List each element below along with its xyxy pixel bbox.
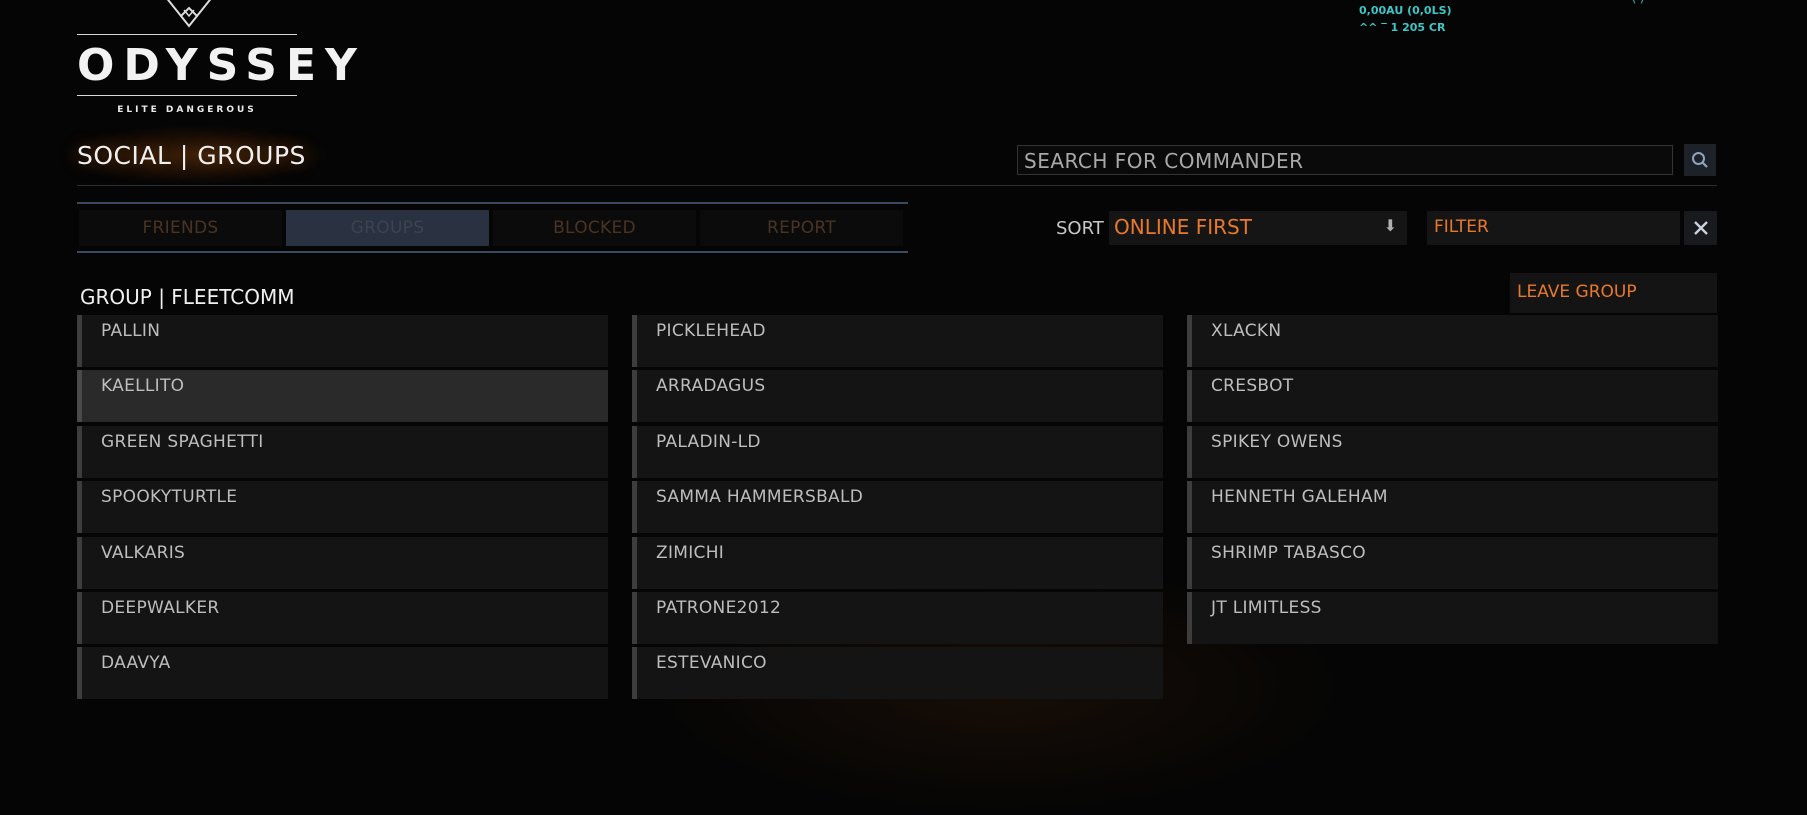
sort-arrow-icon: ⬇: [1383, 216, 1397, 235]
social-tabs: FRIENDS GROUPS BLOCKED REPORT: [77, 202, 908, 253]
member-row[interactable]: DEEPWALKER: [77, 591, 608, 644]
member-name: ESTEVANICO: [656, 653, 767, 674]
member-row[interactable]: PATRONE2012: [632, 591, 1163, 644]
member-row[interactable]: PICKLEHEAD: [632, 315, 1163, 367]
member-row[interactable]: SPIKEY OWENS: [1187, 425, 1718, 478]
member-name: SPIKEY OWENS: [1211, 431, 1343, 452]
member-row[interactable]: JT LIMITLESS: [1187, 591, 1718, 644]
member-column-1: PALLIN KAELLITO GREEN SPAGHETTI SPOOKYTU…: [77, 315, 608, 703]
member-column-3: XLACKN CRESBOT SPIKEY OWENS HENNETH GALE…: [1187, 315, 1718, 647]
member-row[interactable]: VALKARIS: [77, 536, 608, 589]
logo-top-rule: [77, 34, 297, 35]
sort-value: ONLINE FIRST: [1114, 215, 1252, 239]
member-row[interactable]: DAAVYA: [77, 647, 608, 700]
member-name: ARRADAGUS: [656, 376, 766, 397]
member-row[interactable]: XLACKN: [1187, 315, 1718, 367]
member-row[interactable]: SHRIMP TABASCO: [1187, 536, 1718, 589]
member-name: SHRIMP TABASCO: [1211, 542, 1366, 563]
member-name: PICKLEHEAD: [656, 321, 766, 341]
member-row[interactable]: HENNETH GALEHAM: [1187, 481, 1718, 534]
member-row[interactable]: ZIMICHI: [632, 536, 1163, 589]
member-name: VALKARIS: [101, 542, 186, 563]
sort-dropdown[interactable]: ONLINE FIRST ⬇: [1109, 211, 1407, 245]
member-name: ZIMICHI: [656, 542, 725, 563]
member-row[interactable]: KAELLITO: [77, 370, 608, 423]
member-name: DEEPWALKER: [101, 597, 220, 618]
leave-group-button[interactable]: LEAVE GROUP: [1510, 273, 1717, 313]
member-row[interactable]: ARRADAGUS: [632, 370, 1163, 423]
filter-clear-button[interactable]: [1684, 211, 1717, 245]
hud-readout: 0,00AU (0,0LS) ^^ ‾ 1 205 CR: [1359, 2, 1452, 36]
member-row[interactable]: GREEN SPAGHETTI: [77, 425, 608, 478]
member-name: JT LIMITLESS: [1211, 597, 1322, 618]
logo-bottom-rule: [77, 95, 297, 96]
tab-report[interactable]: REPORT: [700, 209, 903, 246]
emblem-icon: [166, 0, 212, 28]
search-icon: [1692, 152, 1708, 168]
search-input[interactable]: SEARCH FOR COMMANDER: [1017, 145, 1673, 175]
member-name: GREEN SPAGHETTI: [101, 431, 264, 452]
close-icon: [1693, 221, 1708, 235]
hud-credits: ^^ ‾ 1 205 CR: [1359, 21, 1446, 34]
member-name: PALLIN: [101, 321, 161, 341]
member-row[interactable]: SPOOKYTURTLE: [77, 481, 608, 534]
search-button[interactable]: [1684, 144, 1716, 176]
member-name: SPOOKYTURTLE: [101, 487, 238, 508]
member-row[interactable]: PALADIN-LD: [632, 425, 1163, 478]
logo-subtitle: ELITE DANGEROUS: [117, 105, 257, 115]
member-name: HENNETH GALEHAM: [1211, 487, 1388, 508]
member-row[interactable]: CRESBOT: [1187, 370, 1718, 423]
member-name: XLACKN: [1211, 321, 1282, 341]
tab-blocked[interactable]: BLOCKED: [493, 209, 696, 246]
tab-groups[interactable]: GROUPS: [286, 209, 489, 246]
member-row[interactable]: SAMMA HAMMERSBALD: [632, 481, 1163, 534]
header-divider: [77, 185, 1717, 186]
member-name: KAELLITO: [101, 376, 185, 397]
member-name: DAAVYA: [101, 653, 171, 674]
group-title: GROUP | FLEETCOMM: [80, 285, 295, 309]
hud-distance: 0,00AU (0,0LS): [1359, 4, 1452, 17]
hud-corner: ( ): [1632, 0, 1644, 5]
member-column-2: PICKLEHEAD ARRADAGUS PALADIN-LD SAMMA HA…: [632, 315, 1163, 703]
filter-input[interactable]: FILTER: [1427, 211, 1680, 245]
logo-title: ODYSSEY: [77, 40, 366, 91]
member-name: PALADIN-LD: [656, 431, 761, 452]
odyssey-logo: ODYSSEY ELITE DANGEROUS: [77, 0, 366, 120]
page-title: SOCIAL | GROUPS: [77, 141, 306, 170]
member-row[interactable]: ESTEVANICO: [632, 647, 1163, 700]
member-name: PATRONE2012: [656, 597, 782, 618]
tab-friends[interactable]: FRIENDS: [79, 209, 282, 246]
member-name: SAMMA HAMMERSBALD: [656, 487, 864, 508]
sort-label: SORT: [1056, 218, 1104, 239]
member-name: CRESBOT: [1211, 376, 1294, 397]
member-row[interactable]: PALLIN: [77, 315, 608, 367]
